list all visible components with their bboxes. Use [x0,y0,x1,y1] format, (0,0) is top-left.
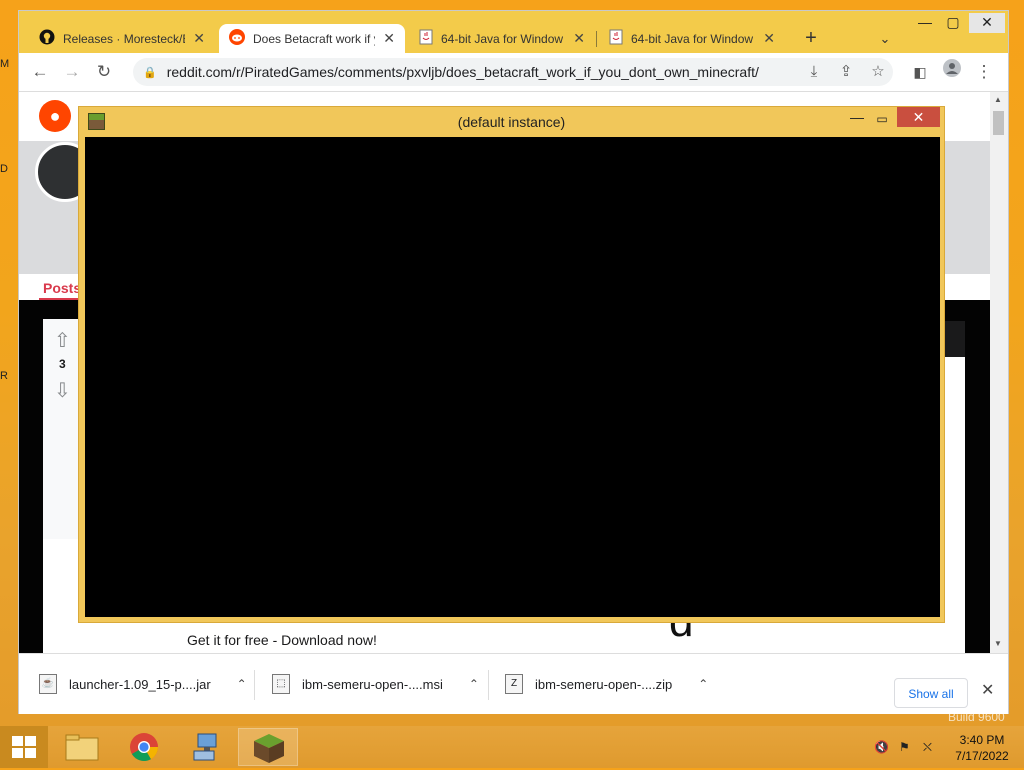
game-canvas[interactable] [85,137,940,617]
java-icon [609,29,623,48]
tab-title: Does Betacraft work if y [253,31,376,46]
taskbar-clock[interactable]: 3:40 PM 7/17/2022 [950,732,1014,764]
chrome-icon [130,733,158,761]
taskbar: 🔇 ⚑ ⛌ 3:40 PM 7/17/2022 [0,726,1024,768]
show-all-downloads-button[interactable]: Show all [894,678,968,708]
close-window-button[interactable]: ✕ [897,107,940,127]
tab-title: 64-bit Java for Window [631,31,754,46]
tab-title: 64-bit Java for Window [441,31,564,46]
volume-muted-icon[interactable]: 🔇 [874,740,889,754]
tab-search-button[interactable]: ⌄ [875,25,895,53]
vote-count: 3 [59,357,66,371]
desktop-icon-label-3[interactable]: R [0,370,10,382]
minecraft-instance-window: (default instance) — ▭ ✕ [78,106,945,623]
tab-separator [596,31,597,47]
download-separator [488,670,489,700]
clock-time: 3:40 PM [959,733,1005,747]
download-filename: ibm-semeru-open-....zip [535,676,673,692]
scroll-up-arrow-icon[interactable]: ▲ [994,95,1002,104]
downloads-bar: ☕ launcher-1.09_15-p....jar ⌃ ⬚ ibm-seme… [19,653,1008,714]
side-panel-icon[interactable]: ◧ [907,59,933,85]
scroll-thumb[interactable] [993,111,1004,135]
downvote-icon[interactable]: ⇩ [54,378,71,403]
tab-java-2[interactable]: 64-bit Java for Window ✕ [599,24,785,53]
minimize-button[interactable]: — [915,13,935,33]
desktop-icon-label-1[interactable]: M [0,58,10,70]
download-item-jar[interactable]: ☕ launcher-1.09_15-p....jar ⌃ [39,662,247,706]
profile-avatar[interactable] [939,59,965,85]
download-filename: launcher-1.09_15-p....jar [69,676,211,692]
taskbar-network-app[interactable] [176,728,236,766]
close-icon[interactable]: ✕ [193,30,205,47]
folder-icon [65,734,99,761]
chevron-up-icon[interactable]: ⌃ [469,677,479,691]
tab-strip: Releases · Moresteck/Bc ✕ Does Betacraft… [19,11,1008,53]
reload-button[interactable]: ↻ [91,59,117,85]
browser-toolbar: ← → ↻ 🔒 reddit.com/r/PiratedGames/commen… [19,53,1008,92]
close-icon[interactable]: ✕ [573,30,585,47]
jar-file-icon: ☕ [39,674,57,694]
chevron-up-icon[interactable]: ⌃ [698,677,708,691]
close-icon[interactable]: ✕ [981,680,994,700]
window-title: (default instance) [457,114,566,130]
tab-java-1[interactable]: 64-bit Java for Window ✕ [409,24,595,53]
download-filename: ibm-semeru-open-....msi [302,676,443,692]
upvote-icon[interactable]: ⇧ [54,328,71,353]
window-titlebar[interactable]: (default instance) — ▭ ✕ [79,107,944,137]
download-separator [254,670,255,700]
chevron-up-icon[interactable]: ⌃ [237,677,247,691]
bookmark-star-icon[interactable]: ☆ [865,58,891,86]
tab-reddit[interactable]: Does Betacraft work if y ✕ [219,24,405,53]
java-icon [419,29,433,48]
url-text: reddit.com/r/PiratedGames/comments/pxvlj… [166,64,759,80]
ad-text[interactable]: Get it for free - Download now! [187,632,377,648]
tab-posts[interactable]: Posts [43,280,81,296]
page-scrollbar[interactable] [990,92,1008,653]
download-item-msi[interactable]: ⬚ ibm-semeru-open-....msi ⌃ [272,662,479,706]
install-app-icon[interactable]: ⤓ [801,58,827,86]
address-bar[interactable]: 🔒 reddit.com/r/PiratedGames/comments/pxv… [133,58,893,86]
close-icon[interactable]: ✕ [763,30,775,47]
download-item-zip[interactable]: Z ibm-semeru-open-....zip ⌃ [505,662,708,706]
close-icon[interactable]: ✕ [383,30,395,47]
share-icon[interactable]: ⇪ [833,58,859,86]
back-button[interactable]: ← [27,59,53,85]
reddit-logo-icon[interactable]: ● [39,100,71,132]
chrome-menu-icon[interactable]: ⋮ [971,59,997,85]
start-button[interactable] [0,726,48,768]
reddit-icon [229,29,245,48]
minimize-button[interactable]: — [847,109,867,129]
grass-block-icon [254,734,284,763]
windows-logo-icon [12,736,36,758]
msi-file-icon: ⬚ [272,674,290,694]
forward-button[interactable]: → [59,59,85,85]
tab-releases[interactable]: Releases · Moresteck/Bc ✕ [29,24,215,53]
network-computer-icon [193,733,217,761]
desktop-icon-label-2[interactable]: D [0,163,10,175]
lock-icon: 🔒 [143,66,157,79]
github-icon [39,29,55,48]
new-tab-button[interactable]: + [797,25,825,53]
clock-date: 7/17/2022 [955,749,1009,763]
taskbar-chrome[interactable] [114,728,174,766]
scroll-down-arrow-icon[interactable]: ▼ [994,639,1002,648]
zip-file-icon: Z [505,674,523,694]
maximize-button[interactable]: ▢ [943,13,963,33]
close-window-button[interactable]: ✕ [969,13,1005,33]
action-center-icon[interactable]: ⚑ [899,740,910,754]
windows-build-watermark: Build 9600 [948,710,1005,724]
tab-title: Releases · Moresteck/Bc [63,31,186,46]
taskbar-file-explorer[interactable] [52,728,112,766]
network-disconnected-icon[interactable]: ⛌ [923,740,932,755]
maximize-button[interactable]: ▭ [872,109,892,129]
taskbar-minecraft[interactable] [238,728,298,766]
